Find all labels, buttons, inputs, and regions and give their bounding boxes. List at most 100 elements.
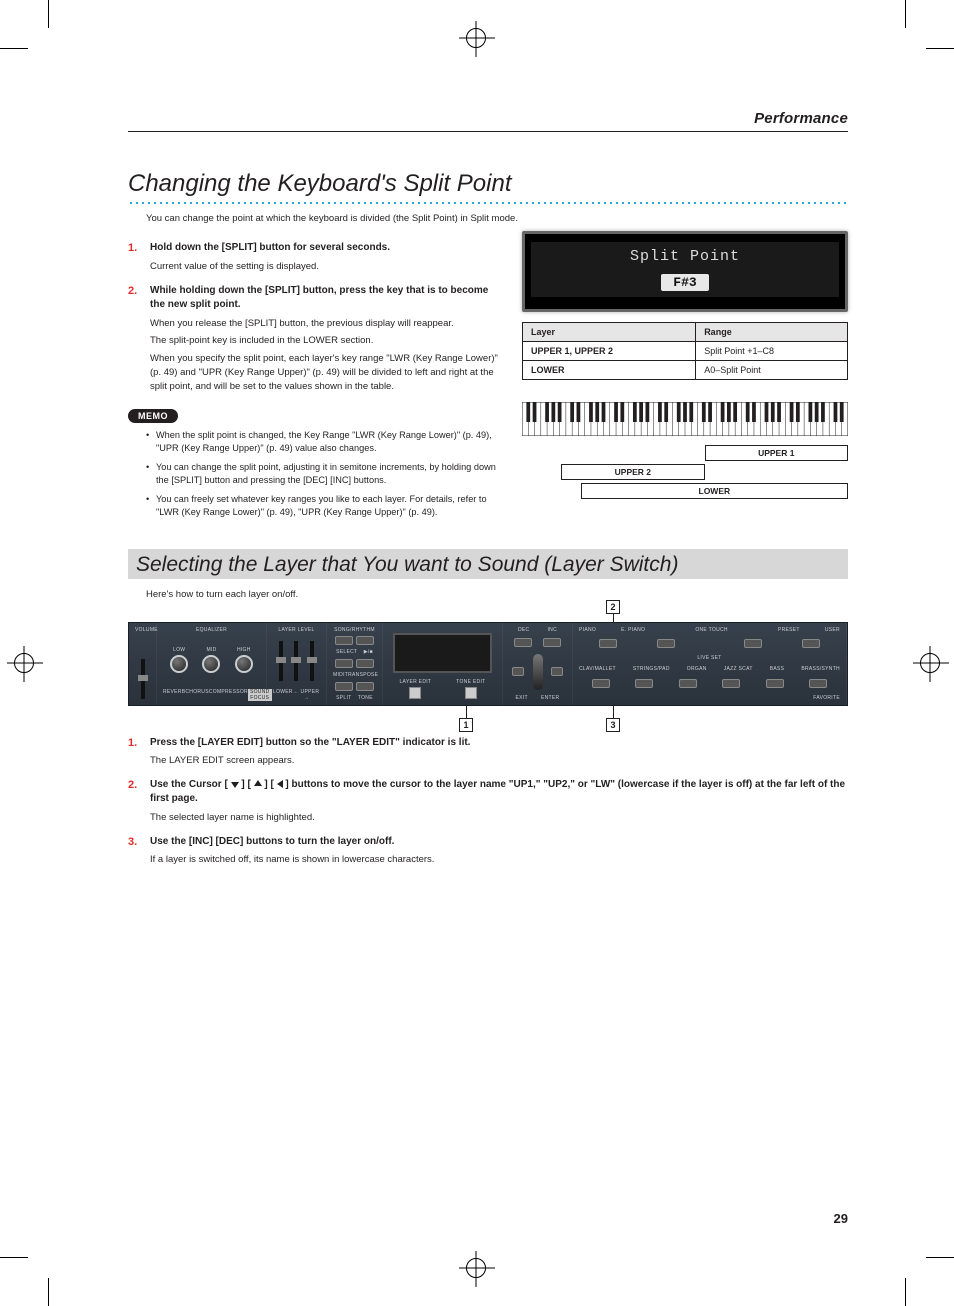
section1-step-2: While holding down the [SPLIT] button, p… (128, 284, 504, 394)
panel-label-reverb: REVERB (163, 689, 185, 701)
slider-icon (294, 641, 298, 681)
section1-intro: You can change the point at which the ke… (128, 212, 848, 225)
crop-mark (926, 48, 954, 49)
panel-label-volume: VOLUME (135, 627, 150, 633)
table-header: Range (696, 323, 848, 342)
step-heading: Press the [LAYER EDIT] button so the "LA… (150, 736, 848, 751)
panel-label-songrhythm: SONG/RHYTHM (333, 627, 376, 633)
step-head-part: ] [ (241, 779, 250, 790)
section2-title-bar: Selecting the Layer that You want to Sou… (128, 549, 848, 579)
panel-label-synth: BRASS/SYNTH (801, 666, 840, 672)
panel-label-exit: EXIT (516, 695, 528, 701)
volume-slider-icon (141, 659, 145, 699)
button-icon (335, 659, 353, 668)
step-body: If a layer is switched off, its name is … (150, 853, 848, 867)
step-head-part: Use the Cursor [ (150, 779, 228, 790)
panel-label-preset: PRESET (778, 627, 800, 633)
panel-label-user: USER (825, 627, 840, 633)
step-body: When you release the [SPLIT] button, the… (150, 317, 504, 331)
memo-item: You can change the split point, adjustin… (146, 461, 504, 487)
panel-label-piano: PIANO (579, 627, 596, 633)
section1-steps: Hold down the [SPLIT] button for several… (128, 241, 504, 393)
button-icon (335, 636, 353, 645)
panel-label-bass: BASS (770, 666, 785, 672)
registration-mark (920, 653, 940, 673)
button-icon (657, 639, 675, 648)
bar-lower: LOWER (581, 483, 848, 499)
panel-label-clav: CLAV/MALLET (579, 666, 616, 672)
lcd-display: Split Point F#3 (522, 231, 848, 312)
registration-mark (466, 28, 486, 48)
crop-mark (926, 1257, 954, 1258)
panel-label-play: ▶/■ (364, 649, 373, 655)
panel-label-layeredit: LAYER EDIT (399, 679, 431, 685)
crop-mark (48, 0, 49, 28)
button-icon (766, 679, 784, 688)
panel-label-low: LOW (170, 647, 188, 653)
button-icon (335, 682, 353, 691)
button-icon (356, 659, 374, 668)
callout-2: 2 (606, 600, 620, 614)
panel-label-strings: STRINGS/PAD (633, 666, 670, 672)
step-body: When you specify the split point, each l… (150, 352, 504, 393)
panel-label-liveset: LIVE SET (579, 655, 840, 661)
section2-steps: Press the [LAYER EDIT] button so the "LA… (128, 736, 848, 867)
panel-label-enter: ENTER (541, 695, 559, 701)
button-icon (809, 679, 827, 688)
lcd-line1: Split Point (535, 248, 835, 265)
instrument-panel: VOLUME EQUALIZER LOW MID HIGH REVERB CHO… (128, 622, 848, 706)
section1-title: Changing the Keyboard's Split Point (128, 170, 848, 198)
section2-intro: Here's how to turn each layer on/off. (128, 589, 848, 600)
callout-3: 3 (606, 718, 620, 732)
button-icon (599, 639, 617, 648)
panel-label-inc: INC (547, 627, 557, 633)
memo-item: When the split point is changed, the Key… (146, 429, 504, 455)
step-heading: Use the [INC] [DEC] buttons to turn the … (150, 835, 848, 850)
memo-item: You can freely set whatever key ranges y… (146, 493, 504, 519)
section2-title: Selecting the Layer that You want to Sou… (136, 553, 840, 577)
registration-mark (466, 1258, 486, 1278)
table-header-row: Layer Range (523, 323, 848, 342)
range-table: Layer Range UPPER 1, UPPER 2 Split Point… (522, 322, 848, 380)
panel-label-upper: ← UPPER → (293, 689, 320, 701)
memo-badge: MEMO (128, 409, 178, 423)
panel-label-eq: EQUALIZER (163, 627, 260, 633)
table-cell: A0–Split Point (696, 361, 848, 380)
knob-icon (170, 655, 188, 673)
crop-mark (48, 1278, 49, 1306)
step-heading: While holding down the [SPLIT] button, p… (150, 284, 504, 313)
callout-1: 1 (459, 718, 473, 732)
table-cell: UPPER 1, UPPER 2 (523, 342, 696, 361)
table-cell: Split Point +1–C8 (696, 342, 848, 361)
page-number: 29 (834, 1211, 848, 1226)
panel-label-chorus: CHORUS (185, 689, 208, 701)
slider-icon (310, 641, 314, 681)
button-icon (744, 639, 762, 648)
button-icon (512, 667, 524, 676)
left-arrow-icon (277, 780, 283, 788)
knob-icon (202, 655, 220, 673)
down-arrow-icon (231, 782, 239, 788)
panel-figure: 2 VOLUME EQUALIZER LOW MID HIGH (128, 622, 848, 706)
step-body: The split-point key is included in the L… (150, 334, 504, 348)
section1-left-column: Hold down the [SPLIT] button for several… (128, 231, 504, 518)
header-bar: Performance (128, 110, 848, 132)
panel-label-high: HIGH (235, 647, 253, 653)
crop-mark (0, 1257, 28, 1258)
panel-label-organ: ORGAN (687, 666, 707, 672)
panel-label-transpose: TRANSPOSE (345, 672, 379, 678)
section2-step-1: Press the [LAYER EDIT] button so the "LA… (128, 736, 848, 768)
knob-icon (235, 655, 253, 673)
panel-label-other: JAZZ SCAT (724, 666, 753, 672)
panel-label-epiano: E. PIANO (621, 627, 645, 633)
button-icon (592, 679, 610, 688)
led-button-icon (465, 687, 477, 699)
header-section-title: Performance (754, 110, 848, 127)
lcd-line2: F#3 (535, 273, 835, 291)
crop-mark (905, 1278, 906, 1306)
button-icon (551, 667, 563, 676)
section1-columns: Hold down the [SPLIT] button for several… (128, 231, 848, 518)
button-icon (722, 679, 740, 688)
bar-upper1: UPPER 1 (705, 445, 848, 461)
button-icon (356, 682, 374, 691)
